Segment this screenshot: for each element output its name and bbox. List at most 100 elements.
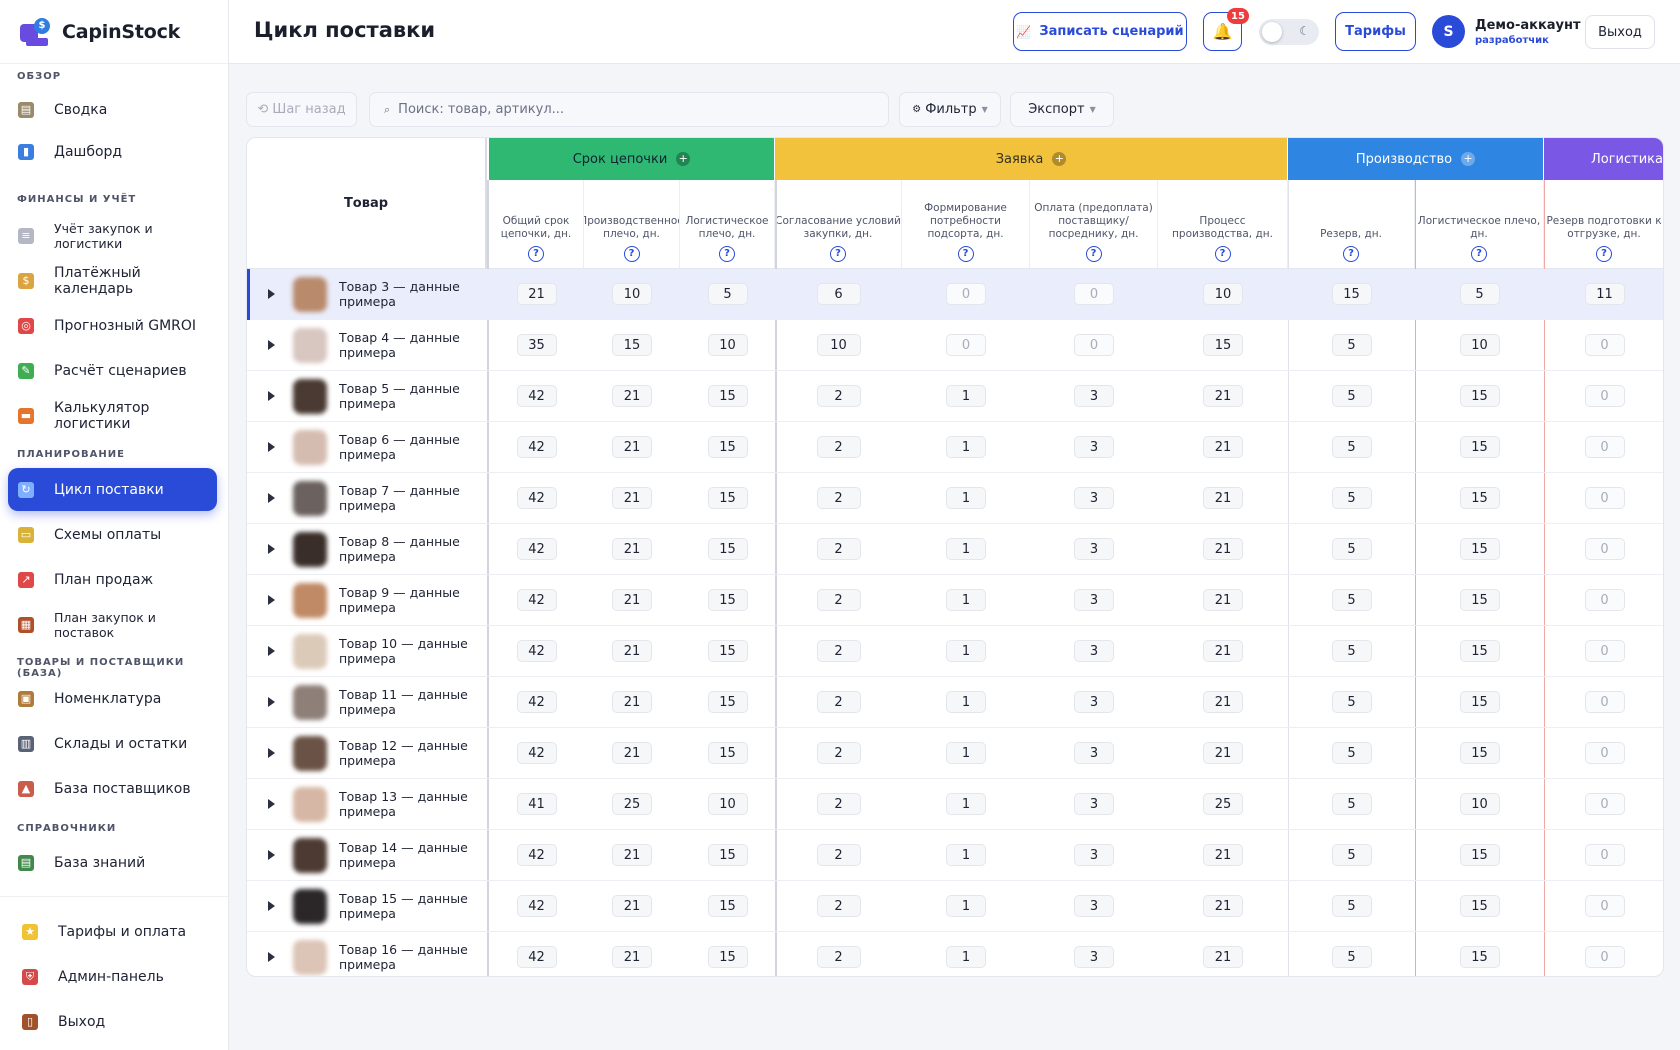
value-cell[interactable]: 2	[816, 640, 861, 662]
table-row[interactable]: Товар 15 — данные примера 42 21 15 2 1 3 21 5 15 0	[247, 881, 1663, 932]
value-cell[interactable]: 42	[516, 742, 557, 764]
value-cell[interactable]: 5	[1331, 793, 1372, 815]
brand[interactable]: $ CapinStock	[0, 0, 228, 64]
product-name[interactable]: Товар 14 — данные примера	[339, 840, 479, 870]
value-cell[interactable]: 10	[707, 334, 748, 356]
expand-arrow-icon[interactable]	[268, 697, 275, 707]
value-cell[interactable]: 15	[1203, 334, 1243, 356]
value-cell[interactable]: 1	[946, 742, 986, 764]
value-cell[interactable]: 10	[1459, 793, 1500, 815]
help-icon[interactable]: ?	[528, 246, 544, 262]
column-header[interactable]: Производственное плечо, дн.?	[584, 180, 680, 269]
product-name[interactable]: Товар 3 — данные примера	[339, 279, 479, 309]
table-row[interactable]: Товар 7 — данные примера 42 21 15 2 1 3 21 5 15 0	[247, 473, 1663, 524]
value-cell[interactable]: 15	[707, 436, 748, 458]
value-cell[interactable]: 5	[1331, 487, 1372, 509]
value-cell[interactable]: 2	[816, 385, 861, 407]
value-cell[interactable]: 0	[1584, 589, 1625, 611]
tariffs-button[interactable]: Тарифы	[1335, 12, 1416, 51]
value-cell[interactable]: 5	[707, 283, 748, 305]
value-cell[interactable]: 3	[1074, 436, 1114, 458]
value-cell[interactable]: 5	[1459, 283, 1500, 305]
product-name[interactable]: Товар 4 — данные примера	[339, 330, 479, 360]
value-cell[interactable]: 21	[1203, 895, 1243, 917]
value-cell[interactable]: 21	[1203, 640, 1243, 662]
value-cell[interactable]: 3	[1074, 895, 1114, 917]
value-cell[interactable]: 15	[1459, 589, 1500, 611]
sidebar-item[interactable]: ▲ База поставщиков	[8, 767, 217, 810]
value-cell[interactable]: 21	[612, 844, 652, 866]
value-cell[interactable]: 21	[1203, 487, 1243, 509]
value-cell[interactable]: 0	[1584, 385, 1625, 407]
value-cell[interactable]: 5	[1331, 334, 1372, 356]
column-group-0[interactable]: Срок цепочки +	[489, 138, 775, 180]
value-cell[interactable]: 5	[1331, 589, 1372, 611]
value-cell[interactable]: 11	[1584, 283, 1625, 305]
value-cell[interactable]: 21	[612, 691, 652, 713]
value-cell[interactable]: 0	[946, 334, 986, 356]
product-name[interactable]: Товар 5 — данные примера	[339, 381, 479, 411]
product-column-header[interactable]: Товар	[247, 138, 487, 269]
value-cell[interactable]: 21	[1203, 385, 1243, 407]
value-cell[interactable]: 0	[1584, 742, 1625, 764]
sidebar-bottom-item[interactable]: ★ Тарифы и оплата	[8, 909, 221, 954]
value-cell[interactable]: 25	[1203, 793, 1243, 815]
product-name[interactable]: Товар 12 — данные примера	[339, 738, 479, 768]
value-cell[interactable]: 1	[946, 844, 986, 866]
value-cell[interactable]: 10	[816, 334, 861, 356]
value-cell[interactable]: 21	[612, 742, 652, 764]
search-input[interactable]: ⌕ Поиск: товар, артикул...	[369, 92, 889, 127]
value-cell[interactable]: 15	[707, 385, 748, 407]
value-cell[interactable]: 10	[1203, 283, 1243, 305]
value-cell[interactable]: 1	[946, 385, 986, 407]
value-cell[interactable]: 1	[946, 589, 986, 611]
column-header[interactable]: Оплата (предоплата) поставщику/ посредни…	[1030, 180, 1158, 269]
value-cell[interactable]: 1	[946, 793, 986, 815]
value-cell[interactable]: 0	[1584, 436, 1625, 458]
value-cell[interactable]: 2	[816, 895, 861, 917]
value-cell[interactable]: 42	[516, 538, 557, 560]
value-cell[interactable]: 3	[1074, 640, 1114, 662]
filter-button[interactable]: ⚙ Фильтр ▼	[899, 92, 1001, 127]
product-name[interactable]: Товар 10 — данные примера	[339, 636, 479, 666]
value-cell[interactable]: 42	[516, 895, 557, 917]
value-cell[interactable]: 21	[612, 538, 652, 560]
export-button[interactable]: Экспорт ▼	[1010, 92, 1114, 127]
value-cell[interactable]: 5	[1331, 640, 1372, 662]
value-cell[interactable]: 15	[1331, 283, 1372, 305]
value-cell[interactable]: 15	[1459, 385, 1500, 407]
value-cell[interactable]: 42	[516, 589, 557, 611]
help-icon[interactable]: ?	[957, 246, 974, 262]
value-cell[interactable]: 3	[1074, 538, 1114, 560]
value-cell[interactable]: 15	[707, 487, 748, 509]
value-cell[interactable]: 42	[516, 946, 557, 968]
value-cell[interactable]: 15	[1459, 538, 1500, 560]
value-cell[interactable]: 42	[516, 436, 557, 458]
plus-icon[interactable]: +	[676, 152, 691, 166]
table-row[interactable]: Товар 6 — данные примера 42 21 15 2 1 3 21 5 15 0	[247, 422, 1663, 473]
product-name[interactable]: Товар 13 — данные примера	[339, 789, 479, 819]
value-cell[interactable]: 42	[516, 487, 557, 509]
column-group-1[interactable]: Заявка +	[775, 138, 1288, 180]
logout-button[interactable]: Выход	[1585, 15, 1655, 49]
value-cell[interactable]: 21	[516, 283, 557, 305]
value-cell[interactable]: 10	[707, 793, 748, 815]
value-cell[interactable]: 0	[1584, 691, 1625, 713]
help-icon[interactable]: ?	[1085, 246, 1102, 262]
value-cell[interactable]: 21	[1203, 589, 1243, 611]
column-header[interactable]: Формирование потребности подсорта, дн.?	[902, 180, 1030, 269]
value-cell[interactable]: 3	[1074, 589, 1114, 611]
value-cell[interactable]: 2	[816, 436, 861, 458]
column-header[interactable]: Общий срок цепочки, дн.?	[489, 180, 584, 269]
expand-arrow-icon[interactable]	[268, 799, 275, 809]
value-cell[interactable]: 15	[707, 946, 748, 968]
value-cell[interactable]: 3	[1074, 691, 1114, 713]
value-cell[interactable]: 15	[1459, 487, 1500, 509]
value-cell[interactable]: 2	[816, 793, 861, 815]
value-cell[interactable]: 15	[1459, 691, 1500, 713]
value-cell[interactable]: 6	[816, 283, 861, 305]
column-group-2[interactable]: Производство +	[1288, 138, 1544, 180]
sidebar-item[interactable]: ▤ Сводка	[8, 88, 217, 131]
value-cell[interactable]: 5	[1331, 844, 1372, 866]
expand-arrow-icon[interactable]	[268, 340, 275, 350]
